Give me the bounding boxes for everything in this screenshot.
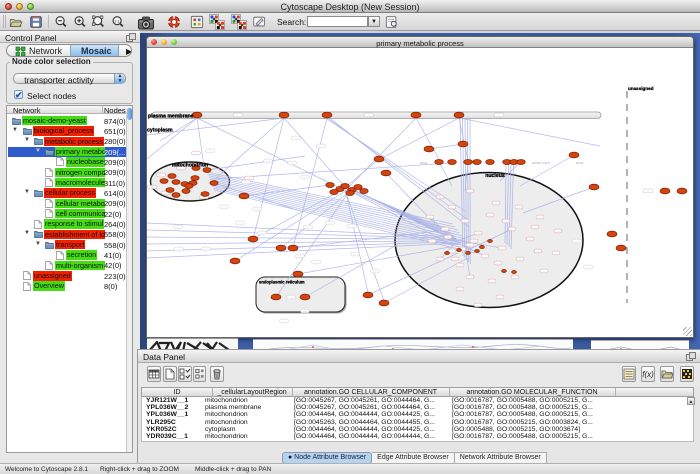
svg-text:···: ··· bbox=[248, 176, 251, 180]
svg-text:···: ··· bbox=[499, 295, 502, 299]
svg-text:···: ··· bbox=[537, 249, 540, 253]
svg-text:···: ··· bbox=[519, 257, 522, 261]
svg-text:···: ··· bbox=[511, 227, 514, 231]
svg-text:···: ··· bbox=[587, 265, 590, 269]
svg-text:···: ··· bbox=[451, 205, 454, 209]
svg-text:···: ··· bbox=[368, 113, 371, 117]
svg-text:···: ··· bbox=[429, 215, 432, 219]
svg-text:···: ··· bbox=[534, 225, 537, 229]
svg-text:GO:0.: GO:0. bbox=[576, 161, 584, 165]
svg-text:···: ··· bbox=[543, 269, 546, 273]
svg-text:plasma membrane: plasma membrane bbox=[148, 113, 194, 119]
svg-text:···: ··· bbox=[151, 185, 154, 189]
svg-text:···: ··· bbox=[307, 225, 310, 229]
svg-text:···: ··· bbox=[489, 213, 492, 217]
svg-text:···: ··· bbox=[374, 269, 377, 273]
svg-text:···: ··· bbox=[329, 221, 332, 225]
svg-text:···: ··· bbox=[290, 295, 293, 299]
svg-text:···: ··· bbox=[439, 257, 442, 261]
svg-text:···: ··· bbox=[205, 247, 208, 251]
svg-text:···: ··· bbox=[557, 229, 560, 233]
svg-text:···: ··· bbox=[469, 243, 472, 247]
svg-text:endoplasmic reticulum: endoplasmic reticulum bbox=[259, 280, 305, 285]
svg-text:···: ··· bbox=[237, 113, 240, 117]
svg-text:···: ··· bbox=[315, 260, 318, 264]
svg-text:···: ··· bbox=[261, 231, 264, 235]
svg-text:···: ··· bbox=[477, 303, 480, 307]
svg-text:···: ··· bbox=[555, 251, 558, 255]
svg-text:···: ··· bbox=[439, 195, 442, 199]
svg-text:···: ··· bbox=[299, 254, 302, 258]
svg-text:···: ··· bbox=[454, 257, 457, 261]
svg-text:···: ··· bbox=[514, 275, 517, 279]
svg-text:···: ··· bbox=[160, 173, 163, 177]
svg-text:···: ··· bbox=[178, 247, 181, 251]
svg-text:···: ··· bbox=[529, 237, 532, 241]
svg-text:···: ··· bbox=[469, 189, 472, 193]
svg-text:···: ··· bbox=[351, 224, 354, 228]
svg-text:unassigned: unassigned bbox=[628, 86, 654, 91]
svg-text:···: ··· bbox=[491, 279, 494, 283]
svg-text:···: ··· bbox=[431, 239, 434, 243]
svg-text:···: ··· bbox=[295, 136, 298, 140]
svg-text:···: ··· bbox=[291, 161, 294, 165]
svg-text:···: ··· bbox=[304, 175, 307, 179]
svg-text:···: ··· bbox=[505, 219, 508, 223]
svg-text:···: ··· bbox=[473, 239, 476, 243]
svg-text:···: ··· bbox=[444, 227, 447, 231]
svg-text:···: ··· bbox=[459, 287, 462, 291]
svg-text:···: ··· bbox=[239, 221, 242, 225]
svg-text:···: ··· bbox=[451, 249, 454, 253]
svg-text:···: ··· bbox=[498, 113, 501, 117]
svg-text:GO:0.: GO:0. bbox=[420, 161, 428, 165]
svg-text:···: ··· bbox=[576, 239, 579, 243]
svg-text:···: ··· bbox=[518, 205, 521, 209]
svg-text:···: ··· bbox=[177, 225, 180, 229]
svg-text:cytoplasm: cytoplasm bbox=[147, 128, 173, 134]
svg-text:···: ··· bbox=[304, 309, 307, 313]
svg-text:···: ··· bbox=[195, 151, 198, 155]
svg-text:···: ··· bbox=[459, 263, 462, 267]
svg-text:···: ··· bbox=[477, 231, 480, 235]
svg-text:···: ··· bbox=[484, 254, 487, 258]
svg-text:···: ··· bbox=[209, 149, 212, 153]
svg-text:···: ··· bbox=[464, 219, 467, 223]
svg-text:f(x): f(x) bbox=[642, 370, 654, 379]
svg-text:···: ··· bbox=[539, 215, 542, 219]
svg-text:GO:00. GO:0.: GO:00. GO:0. bbox=[532, 161, 551, 165]
svg-text:···: ··· bbox=[223, 205, 226, 209]
svg-text:···: ··· bbox=[245, 180, 248, 184]
svg-text:···: ··· bbox=[354, 252, 357, 256]
svg-text:···: ··· bbox=[495, 201, 498, 205]
svg-text:1:1: 1:1 bbox=[114, 18, 119, 23]
svg-text:···: ··· bbox=[283, 319, 286, 323]
svg-text:···: ··· bbox=[497, 261, 500, 265]
svg-text:mitochondrion: mitochondrion bbox=[172, 163, 208, 169]
svg-text:···: ··· bbox=[320, 144, 323, 148]
svg-text:···: ··· bbox=[267, 159, 270, 163]
svg-text:···: ··· bbox=[647, 189, 650, 193]
svg-text:···: ··· bbox=[447, 235, 450, 239]
svg-text:nucleus: nucleus bbox=[485, 173, 505, 179]
svg-text:···: ··· bbox=[256, 207, 259, 211]
svg-text:···: ··· bbox=[501, 246, 504, 250]
svg-text:···: ··· bbox=[469, 275, 472, 279]
